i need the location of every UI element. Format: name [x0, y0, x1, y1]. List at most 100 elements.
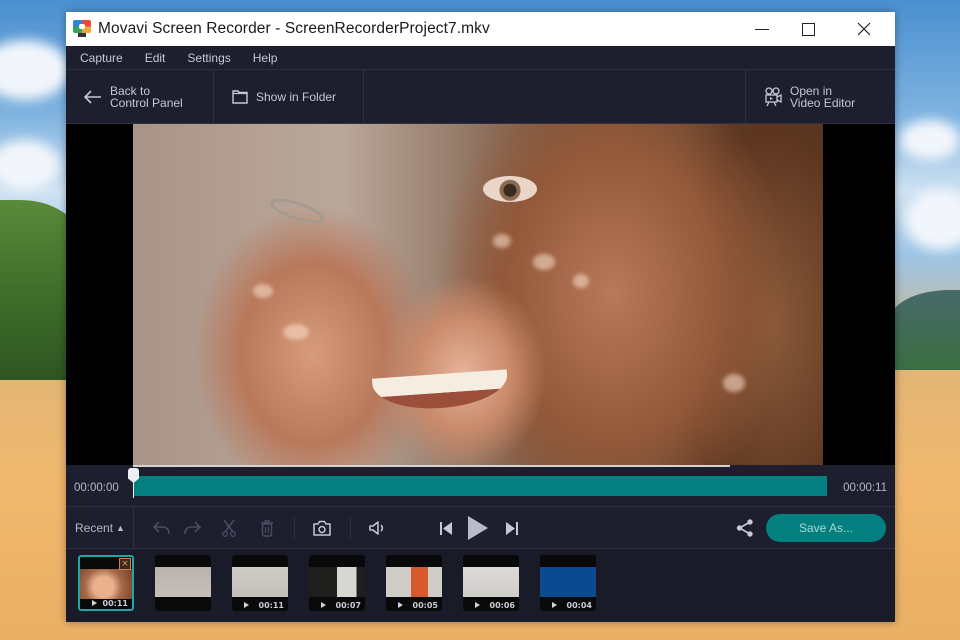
desktop-cloud — [900, 120, 960, 160]
title-bar: Movavi Screen Recorder - ScreenRecorderP… — [66, 12, 895, 46]
thumbnail-image — [309, 567, 365, 597]
close-icon — [857, 22, 871, 36]
snapshot-button[interactable] — [310, 507, 334, 549]
save-as-button[interactable]: Save As... — [766, 514, 886, 542]
cut-button[interactable] — [218, 507, 240, 549]
camera-icon — [313, 520, 331, 536]
video-camera-icon — [765, 86, 782, 106]
scissors-icon — [222, 519, 236, 537]
delete-button[interactable] — [256, 507, 278, 549]
back-to-control-panel-button[interactable]: Back to Control Panel — [66, 70, 214, 123]
arrow-left-icon — [84, 89, 101, 104]
recent-item-duration: 00:06 — [489, 601, 515, 610]
play-small-icon — [244, 602, 249, 608]
recent-recordings-strip: × 00:11 00:11 00:07 00:05 00:06 00:04 — [66, 549, 895, 620]
recent-item-duration: 00:11 — [102, 599, 128, 608]
minimize-button[interactable] — [739, 12, 785, 46]
speaker-icon — [369, 521, 384, 535]
recent-item[interactable]: 00:04 — [540, 555, 596, 611]
recent-item[interactable]: 00:07 — [309, 555, 365, 611]
video-light-spot — [283, 324, 309, 340]
open-in-video-editor-button[interactable]: Open in Video Editor — [745, 70, 895, 123]
video-light-spot — [493, 234, 511, 248]
play-small-icon — [552, 602, 557, 608]
video-content-eye — [483, 176, 537, 202]
desktop-cloud — [905, 190, 960, 250]
menu-capture[interactable]: Capture — [80, 51, 123, 65]
recent-item-duration: 00:11 — [258, 601, 284, 610]
share-button[interactable] — [732, 507, 758, 549]
undo-button[interactable] — [150, 507, 174, 549]
app-window: Movavi Screen Recorder - ScreenRecorderP… — [66, 12, 895, 622]
back-label-line1: Back to — [110, 83, 151, 98]
window-title: Movavi Screen Recorder - ScreenRecorderP… — [98, 20, 490, 37]
skip-forward-icon — [506, 521, 518, 535]
movavi-app-icon — [72, 20, 92, 38]
desktop-cloud — [0, 140, 60, 190]
video-light-spot — [253, 284, 273, 298]
share-icon — [736, 519, 753, 537]
chevron-up-icon: ▲ — [116, 522, 125, 533]
volume-button[interactable] — [366, 507, 390, 549]
video-light-spot — [533, 254, 555, 270]
recent-item[interactable]: 00:05 — [386, 555, 442, 611]
play-small-icon — [398, 602, 403, 608]
video-frame-image — [133, 124, 823, 465]
playback-controls: Recent ▲ Save As... — [66, 507, 895, 549]
recent-item[interactable] — [155, 555, 211, 611]
thumbnail-image — [540, 567, 596, 597]
maximize-icon — [801, 22, 815, 36]
maximize-button[interactable] — [785, 12, 831, 46]
menu-settings[interactable]: Settings — [187, 51, 230, 65]
back-label-line2: Control Panel — [110, 95, 183, 110]
recent-item[interactable]: 00:11 — [232, 555, 288, 611]
video-preview[interactable] — [66, 124, 895, 465]
folder-icon — [232, 90, 248, 104]
delete-recording-icon[interactable]: × — [119, 558, 131, 570]
recent-toggle-button[interactable]: Recent ▲ — [66, 507, 134, 548]
menu-bar: Capture Edit Settings Help — [66, 46, 895, 70]
undo-icon — [153, 521, 170, 534]
recent-item-duration: 00:05 — [412, 601, 438, 610]
menu-help[interactable]: Help — [253, 51, 278, 65]
toolbar: Back to Control Panel Show in Folder Ope… — [66, 70, 895, 124]
play-button[interactable] — [464, 507, 492, 549]
menu-edit[interactable]: Edit — [145, 51, 166, 65]
show-in-folder-label: Show in Folder — [256, 89, 337, 104]
recent-item[interactable]: 00:06 — [463, 555, 519, 611]
recent-item-duration: 00:04 — [566, 601, 592, 610]
redo-button[interactable] — [180, 507, 204, 549]
editor-label-line2: Video Editor — [790, 95, 856, 110]
total-time: 00:00:11 — [843, 482, 887, 494]
recent-label: Recent — [75, 520, 114, 535]
timeline: 00:00:00 00:00:11 — [66, 465, 895, 507]
editor-label-line1: Open in — [790, 83, 833, 98]
skip-back-button[interactable] — [436, 507, 456, 549]
separator — [350, 517, 351, 539]
play-small-icon — [475, 602, 480, 608]
timeline-track[interactable] — [133, 476, 827, 496]
thumbnail-image — [80, 569, 132, 599]
desktop-cloud — [0, 40, 70, 100]
skip-back-icon — [440, 521, 452, 535]
video-content-ring — [267, 193, 327, 229]
play-icon — [468, 516, 488, 540]
show-in-folder-button[interactable]: Show in Folder — [214, 70, 364, 123]
redo-icon — [184, 521, 201, 534]
thumbnail-image — [463, 567, 519, 597]
separator — [294, 517, 295, 539]
trash-icon — [261, 519, 273, 537]
recent-item-duration: 00:07 — [335, 601, 361, 610]
desktop-hill — [890, 290, 960, 370]
buffer-progress-line — [133, 465, 730, 467]
close-button[interactable] — [841, 12, 887, 46]
current-time: 00:00:00 — [74, 482, 119, 494]
video-content-smile — [371, 369, 510, 413]
thumbnail-image — [386, 567, 442, 597]
minimize-icon — [755, 28, 769, 30]
video-light-spot — [573, 274, 589, 288]
video-light-spot — [723, 374, 745, 392]
recent-item[interactable]: × 00:11 — [78, 555, 134, 611]
skip-forward-button[interactable] — [502, 507, 522, 549]
thumbnail-image — [232, 567, 288, 597]
